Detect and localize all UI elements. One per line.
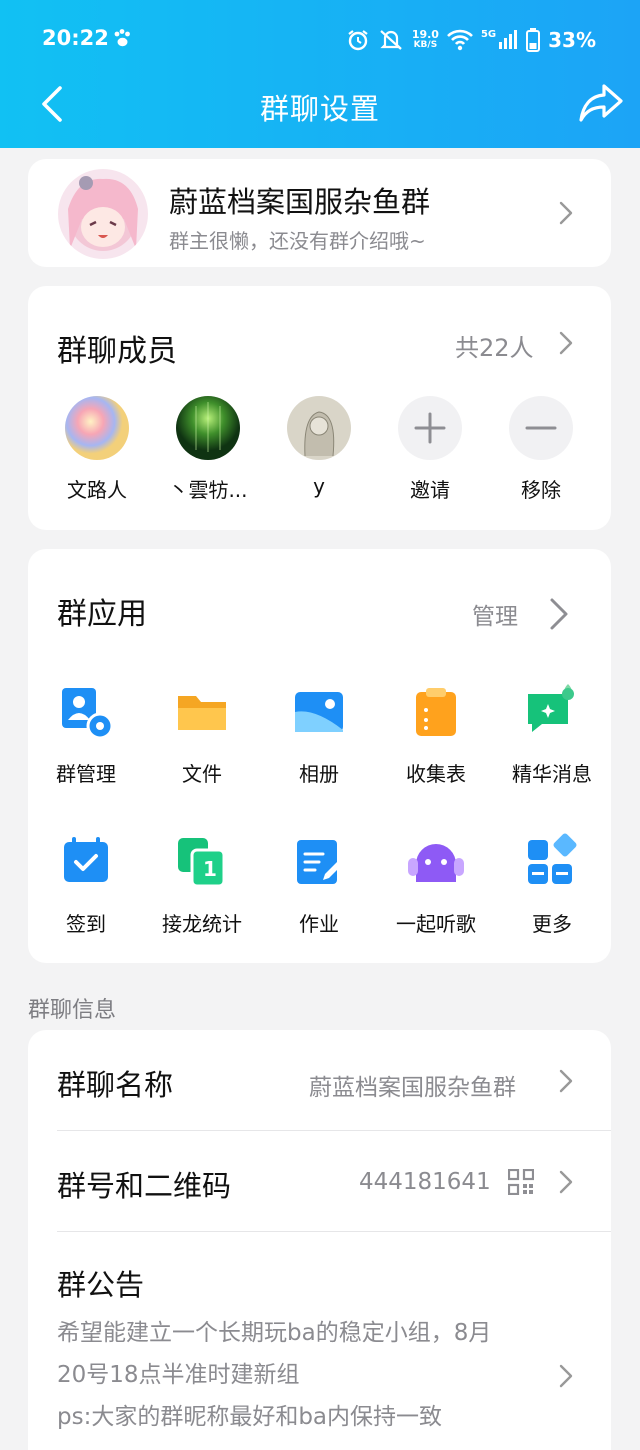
status-bar: 20:22 19.0 KB/S 5G 33%: [0, 0, 640, 76]
invite-button[interactable]: 邀请: [380, 396, 480, 503]
notice-line: 希望能建立一个长期玩ba的稳定小组，8月: [57, 1320, 492, 1346]
share-button[interactable]: [578, 82, 624, 124]
group-name-row-label: 群聊名称: [57, 1068, 174, 1102]
group-number-row[interactable]: 群号和二维码 444181641: [28, 1131, 611, 1231]
network-speed: 19.0 KB/S: [411, 28, 439, 50]
app-label: 文件: [182, 762, 222, 786]
app-label: 更多: [532, 912, 572, 936]
invite-label: 邀请: [410, 478, 450, 502]
remove-button[interactable]: 移除: [491, 396, 591, 503]
app-album[interactable]: 相册: [261, 682, 377, 787]
page-title: 群聊设置: [259, 92, 380, 126]
notice-line: 20号18点半准时建新组: [57, 1362, 300, 1388]
relay-icon: 1: [178, 838, 226, 888]
group-name-value: 蔚蓝档案国服杂鱼群: [309, 1075, 516, 1101]
app-label: 群管理: [56, 762, 116, 786]
app-label: 相册: [299, 762, 339, 786]
app-relay[interactable]: 1 接龙统计: [144, 832, 260, 937]
member-item[interactable]: y: [269, 396, 369, 498]
chevron-right-icon: [559, 1170, 573, 1194]
battery-percent: 33%: [548, 28, 596, 52]
group-info-card: 群聊名称 蔚蓝档案国服杂鱼群 群号和二维码 444181641 群公告 希望能建…: [28, 1030, 611, 1450]
chevron-right-icon: [559, 201, 573, 225]
app-listen-together[interactable]: 一起听歌: [378, 832, 494, 937]
member-name: 丶雲牥...: [168, 478, 248, 502]
app-more[interactable]: 更多: [494, 832, 610, 937]
group-apps-card: 群应用 管理 群管理 文件 相册 收集表 精华消息 签到 1 接龙统计 作业 一…: [28, 549, 611, 963]
status-icons: 19.0 KB/S 5G 33%: [346, 26, 596, 54]
app-label: 签到: [66, 912, 106, 936]
member-name: y: [313, 474, 325, 498]
chevron-right-icon[interactable]: [559, 331, 573, 355]
app-files[interactable]: 文件: [144, 682, 260, 787]
notice-line: ps:大家的群昵称最好和ba内保持一致: [57, 1404, 443, 1430]
app-homework[interactable]: 作业: [261, 832, 377, 937]
member-name: 文路人: [67, 478, 127, 502]
group-notice-row[interactable]: 群公告 希望能建立一个长期玩ba的稳定小组，8月 20号18点半准时建新组 ps…: [28, 1232, 611, 1450]
homework-icon: [297, 840, 345, 884]
status-time: 20:22: [42, 26, 109, 50]
member-item[interactable]: 文路人: [47, 396, 147, 503]
remove-label: 移除: [521, 478, 561, 502]
form-icon: [416, 688, 456, 736]
member-avatar: [287, 396, 351, 460]
svg-text:1: 1: [203, 857, 217, 881]
app-group-manage[interactable]: 群管理: [28, 682, 144, 787]
app-collection-form[interactable]: 收集表: [378, 682, 494, 787]
mute-bell-icon: [380, 30, 402, 50]
group-number-value: 444181641: [359, 1169, 491, 1195]
listen-together-icon: [408, 844, 464, 882]
member-avatar: [65, 396, 129, 460]
app-label: 精华消息: [512, 762, 592, 786]
member-avatar: [176, 396, 240, 460]
group-info-label: 群聊信息: [28, 998, 117, 1023]
more-apps-icon: [528, 833, 577, 884]
group-name: 蔚蓝档案国服杂鱼群: [169, 185, 431, 219]
app-label: 收集表: [406, 762, 466, 786]
group-notice-label: 群公告: [57, 1268, 145, 1302]
group-description: 群主很懒，还没有群介绍哦~: [169, 229, 426, 253]
chevron-right-icon[interactable]: [549, 597, 569, 631]
apps-manage-button[interactable]: 管理: [472, 597, 518, 631]
app-essence-messages[interactable]: 精华消息: [494, 682, 610, 787]
folder-icon: [178, 696, 226, 730]
plus-icon: [398, 396, 462, 460]
app-label: 作业: [299, 912, 339, 936]
group-name-row[interactable]: 群聊名称 蔚蓝档案国服杂鱼群: [28, 1030, 611, 1130]
members-card: 群聊成员 共22人 文路人 丶雲牥... y 邀请 移除: [28, 286, 611, 530]
group-notice-text: 希望能建立一个长期玩ba的稳定小组，8月 20号18点半准时建新组 ps:大家的…: [57, 1312, 537, 1438]
cellular-icon: 5G: [481, 30, 518, 50]
battery-icon: [526, 28, 541, 52]
qrcode-icon: [508, 1169, 534, 1195]
paw-icon: [114, 29, 130, 47]
wifi-icon: [447, 29, 473, 51]
members-title: 群聊成员: [57, 334, 177, 369]
app-label: 一起听歌: [396, 912, 476, 936]
group-avatar: [58, 169, 148, 259]
header-bar: 20:22 19.0 KB/S 5G 33% 群聊设置: [0, 0, 640, 148]
group-manage-icon: [62, 688, 114, 740]
app-checkin[interactable]: 签到: [28, 832, 144, 937]
minus-icon: [509, 396, 573, 460]
chevron-right-icon: [559, 1069, 573, 1093]
group-number-label: 群号和二维码: [57, 1169, 232, 1203]
essence-message-icon: [528, 684, 574, 732]
album-icon: [295, 692, 343, 732]
member-item[interactable]: 丶雲牥...: [158, 396, 258, 503]
members-count[interactable]: 共22人: [455, 328, 534, 363]
app-label: 接龙统计: [162, 912, 242, 936]
chevron-right-icon: [559, 1364, 573, 1388]
group-profile-card[interactable]: 蔚蓝档案国服杂鱼群 群主很懒，还没有群介绍哦~: [28, 159, 611, 267]
alarm-icon: [348, 30, 368, 51]
checkin-icon: [64, 837, 108, 882]
apps-title: 群应用: [57, 597, 147, 632]
